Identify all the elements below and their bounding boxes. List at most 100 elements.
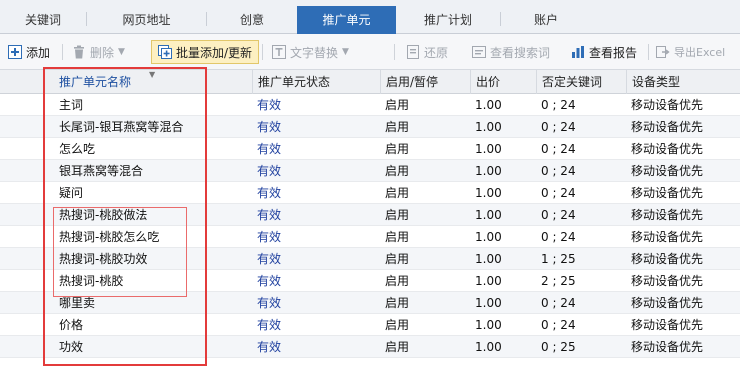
- cell-negative-keywords[interactable]: 1 ; 25: [536, 248, 626, 270]
- cell-device-type[interactable]: 移动设备优先: [626, 94, 740, 116]
- table-row[interactable]: 怎么吃 有效 启用 1.00 0 ; 24 移动设备优先: [0, 138, 740, 160]
- cell-enable-pause[interactable]: 启用: [380, 292, 470, 314]
- view-search-terms-button[interactable]: 查看搜索词: [472, 40, 550, 64]
- cell-ad-group-status[interactable]: 有效: [252, 314, 380, 336]
- cell-ad-group-status[interactable]: 有效: [252, 116, 380, 138]
- cell-bid[interactable]: 1.00: [470, 116, 536, 138]
- export-excel-button[interactable]: 导出Excel: [656, 40, 725, 64]
- cell-device-type[interactable]: 移动设备优先: [626, 204, 740, 226]
- add-button[interactable]: 添加: [8, 40, 50, 64]
- cell-ad-group-name[interactable]: 热搜词-桃胶: [54, 270, 252, 292]
- cell-device-type[interactable]: 移动设备优先: [626, 138, 740, 160]
- cell-negative-keywords[interactable]: 0 ; 24: [536, 160, 626, 182]
- cell-ad-group-status[interactable]: 有效: [252, 204, 380, 226]
- cell-enable-pause[interactable]: 启用: [380, 248, 470, 270]
- cell-enable-pause[interactable]: 启用: [380, 182, 470, 204]
- cell-negative-keywords[interactable]: 0 ; 24: [536, 182, 626, 204]
- table-row[interactable]: 价格 有效 启用 1.00 0 ; 24 移动设备优先: [0, 314, 740, 336]
- cell-ad-group-status[interactable]: 有效: [252, 182, 380, 204]
- cell-device-type[interactable]: 移动设备优先: [626, 314, 740, 336]
- cell-device-type[interactable]: 移动设备优先: [626, 182, 740, 204]
- cell-ad-group-name[interactable]: 主词: [54, 94, 252, 116]
- cell-negative-keywords[interactable]: 0 ; 24: [536, 292, 626, 314]
- cell-ad-group-status[interactable]: 有效: [252, 160, 380, 182]
- tab-ad-groups[interactable]: 推广单元: [297, 6, 396, 34]
- table-row[interactable]: 主词 有效 启用 1.00 0 ; 24 移动设备优先: [0, 94, 740, 116]
- cell-negative-keywords[interactable]: 0 ; 24: [536, 204, 626, 226]
- cell-ad-group-name[interactable]: 热搜词-桃胶功效: [54, 248, 252, 270]
- cell-enable-pause[interactable]: 启用: [380, 270, 470, 292]
- cell-bid[interactable]: 1.00: [470, 160, 536, 182]
- cell-bid[interactable]: 1.00: [470, 248, 536, 270]
- cell-negative-keywords[interactable]: 0 ; 24: [536, 138, 626, 160]
- cell-bid[interactable]: 1.00: [470, 94, 536, 116]
- tab-campaigns[interactable]: 推广计划: [396, 6, 500, 34]
- cell-ad-group-status[interactable]: 有效: [252, 292, 380, 314]
- table-row[interactable]: 热搜词-桃胶做法 有效 启用 1.00 0 ; 24 移动设备优先: [0, 204, 740, 226]
- cell-device-type[interactable]: 移动设备优先: [626, 116, 740, 138]
- batch-add-update-button[interactable]: 批量添加/更新: [151, 40, 260, 64]
- cell-negative-keywords[interactable]: 0 ; 24: [536, 226, 626, 248]
- cell-ad-group-name[interactable]: 热搜词-桃胶做法: [54, 204, 252, 226]
- cell-enable-pause[interactable]: 启用: [380, 204, 470, 226]
- table-row[interactable]: 疑问 有效 启用 1.00 0 ; 24 移动设备优先: [0, 182, 740, 204]
- table-row[interactable]: 长尾词-银耳燕窝等混合 有效 启用 1.00 0 ; 24 移动设备优先: [0, 116, 740, 138]
- table-row[interactable]: 热搜词-桃胶 有效 启用 1.00 2 ; 25 移动设备优先: [0, 270, 740, 292]
- col-header-bid[interactable]: 出价: [470, 70, 536, 94]
- cell-bid[interactable]: 1.00: [470, 336, 536, 358]
- cell-device-type[interactable]: 移动设备优先: [626, 336, 740, 358]
- cell-bid[interactable]: 1.00: [470, 138, 536, 160]
- cell-device-type[interactable]: 移动设备优先: [626, 226, 740, 248]
- cell-negative-keywords[interactable]: 0 ; 25: [536, 336, 626, 358]
- cell-negative-keywords[interactable]: 0 ; 24: [536, 314, 626, 336]
- cell-enable-pause[interactable]: 启用: [380, 314, 470, 336]
- cell-ad-group-name[interactable]: 疑问: [54, 182, 252, 204]
- table-row[interactable]: 热搜词-桃胶怎么吃 有效 启用 1.00 0 ; 24 移动设备优先: [0, 226, 740, 248]
- cell-bid[interactable]: 1.00: [470, 226, 536, 248]
- col-header-device-type[interactable]: 设备类型: [626, 70, 740, 94]
- text-replace-button[interactable]: 文字替换 ▼: [272, 40, 349, 64]
- cell-bid[interactable]: 1.00: [470, 270, 536, 292]
- cell-bid[interactable]: 1.00: [470, 204, 536, 226]
- cell-bid[interactable]: 1.00: [470, 292, 536, 314]
- cell-enable-pause[interactable]: 启用: [380, 138, 470, 160]
- table-row[interactable]: 功效 有效 启用 1.00 0 ; 25 移动设备优先: [0, 336, 740, 358]
- table-row[interactable]: 热搜词-桃胶功效 有效 启用 1.00 1 ; 25 移动设备优先: [0, 248, 740, 270]
- col-header-enable-pause[interactable]: 启用/暂停: [380, 70, 470, 94]
- cell-device-type[interactable]: 移动设备优先: [626, 270, 740, 292]
- col-header-ad-group-status[interactable]: 推广单元状态: [252, 70, 380, 94]
- cell-ad-group-name[interactable]: 功效: [54, 336, 252, 358]
- cell-ad-group-status[interactable]: 有效: [252, 138, 380, 160]
- cell-enable-pause[interactable]: 启用: [380, 94, 470, 116]
- cell-ad-group-status[interactable]: 有效: [252, 94, 380, 116]
- cell-ad-group-status[interactable]: 有效: [252, 270, 380, 292]
- cell-ad-group-status[interactable]: 有效: [252, 248, 380, 270]
- cell-ad-group-name[interactable]: 银耳燕窝等混合: [54, 160, 252, 182]
- cell-enable-pause[interactable]: 启用: [380, 160, 470, 182]
- cell-negative-keywords[interactable]: 0 ; 24: [536, 94, 626, 116]
- table-row[interactable]: 哪里卖 有效 启用 1.00 0 ; 24 移动设备优先: [0, 292, 740, 314]
- cell-negative-keywords[interactable]: 2 ; 25: [536, 270, 626, 292]
- table-row[interactable]: 银耳燕窝等混合 有效 启用 1.00 0 ; 24 移动设备优先: [0, 160, 740, 182]
- cell-enable-pause[interactable]: 启用: [380, 336, 470, 358]
- cell-device-type[interactable]: 移动设备优先: [626, 160, 740, 182]
- tab-account[interactable]: 账户: [501, 6, 591, 34]
- cell-enable-pause[interactable]: 启用: [380, 116, 470, 138]
- cell-ad-group-name[interactable]: 怎么吃: [54, 138, 252, 160]
- cell-bid[interactable]: 1.00: [470, 182, 536, 204]
- cell-ad-group-status[interactable]: 有效: [252, 226, 380, 248]
- cell-ad-group-name[interactable]: 价格: [54, 314, 252, 336]
- cell-ad-group-name[interactable]: 热搜词-桃胶怎么吃: [54, 226, 252, 248]
- cell-ad-group-name[interactable]: 哪里卖: [54, 292, 252, 314]
- cell-device-type[interactable]: 移动设备优先: [626, 292, 740, 314]
- restore-button[interactable]: 还原: [406, 40, 448, 64]
- cell-ad-group-status[interactable]: 有效: [252, 336, 380, 358]
- cell-negative-keywords[interactable]: 0 ; 24: [536, 116, 626, 138]
- tab-web-address[interactable]: 网页地址: [87, 6, 206, 34]
- view-report-button[interactable]: 查看报告: [571, 40, 637, 64]
- cell-enable-pause[interactable]: 启用: [380, 226, 470, 248]
- col-header-negative-keywords[interactable]: 否定关键词: [536, 70, 626, 94]
- cell-device-type[interactable]: 移动设备优先: [626, 248, 740, 270]
- cell-bid[interactable]: 1.00: [470, 314, 536, 336]
- tab-keywords[interactable]: 关键词: [0, 6, 86, 34]
